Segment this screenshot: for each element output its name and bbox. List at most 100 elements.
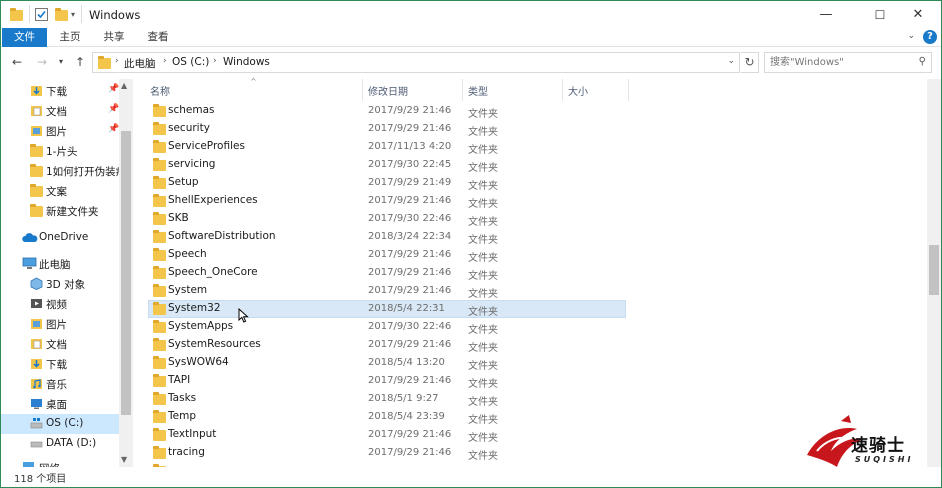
file-row[interactable]: servicing 2017/9/30 22:45 文件夹 [148,156,626,174]
breadcrumb-os-c[interactable]: OS (C:) [172,56,209,68]
forward-arrow-icon[interactable]: → [37,55,47,69]
nav-item-desktop[interactable]: 桌面 [1,394,119,414]
pin-icon[interactable]: 📌 [108,84,119,94]
pin-icon[interactable]: 📌 [108,104,119,114]
nav-item-3d-objects[interactable]: 3D 对象 [1,274,119,294]
file-list-scrollbar[interactable] [927,79,941,467]
nav-item-data-d[interactable]: DATA (D:) [1,434,119,454]
scroll-up-arrow-icon[interactable]: ▲ [121,81,127,90]
minimize-button[interactable]: — [803,1,849,28]
file-row[interactable]: schemas 2017/9/29 21:46 文件夹 [148,102,626,120]
address-dropdown-icon[interactable]: ⌄ [727,56,735,66]
up-arrow-icon[interactable]: ↑ [75,55,85,69]
file-row[interactable]: SystemApps 2017/9/30 22:46 文件夹 [148,318,626,336]
address-bar[interactable]: › 此电脑 › OS (C:) › Windows ⌄ [92,52,740,73]
file-row[interactable]: Setup 2017/9/29 21:49 文件夹 [148,174,626,192]
breadcrumb-separator-icon[interactable]: › [115,56,119,66]
nav-item-folder-2[interactable]: 1如何打开伪装病 [1,161,119,181]
nav-item-folder-1[interactable]: 1-片头 [1,141,119,161]
mouse-cursor-icon [238,308,249,323]
pin-icon[interactable]: 📌 [108,124,119,134]
scroll-down-arrow-icon[interactable]: ▼ [121,455,127,464]
column-divider[interactable] [628,79,629,101]
file-row[interactable]: SysWOW64 2018/5/4 13:20 文件夹 [148,354,626,372]
column-divider[interactable] [362,79,363,101]
file-date: 2018/5/1 9:27 [368,393,439,404]
column-header-name[interactable]: 名称 [150,83,170,101]
file-row[interactable]: TextInput 2017/9/29 21:46 文件夹 [148,426,626,444]
file-row[interactable]: security 2017/9/29 21:46 文件夹 [148,120,626,138]
expand-ribbon-chevron-icon[interactable]: ⌄ [907,31,915,41]
nav-item-folder-4[interactable]: 新建文件夹 [1,201,119,221]
tab-home[interactable]: 主页 [53,28,87,47]
nav-item-videos[interactable]: 视频 [1,294,119,314]
search-icon[interactable]: ⚲ [919,56,926,67]
search-box[interactable]: ⚲ [764,52,932,73]
file-row-hovered[interactable]: System32 2018/5/4 22:31 文件夹 [148,300,626,318]
file-row[interactable]: ServiceProfiles 2017/11/13 4:20 文件夹 [148,138,626,156]
nav-item-onedrive[interactable]: OneDrive [1,228,119,248]
properties-checkbox-icon[interactable] [35,8,48,21]
file-row[interactable]: ShellExperiences 2017/9/29 21:46 文件夹 [148,192,626,210]
file-name: SystemApps [168,320,234,332]
file-row[interactable]: TAPI 2017/9/29 21:46 文件夹 [148,372,626,390]
column-header-date[interactable]: 修改日期 [368,83,408,101]
column-header-type[interactable]: 类型 [468,83,488,101]
file-name: System [168,284,208,296]
close-button[interactable]: ✕ [895,1,941,28]
nav-item-label: OS (C:) [46,417,84,429]
file-row[interactable]: SoftwareDistribution 2018/3/24 22:34 文件夹 [148,228,626,246]
file-date: 2017/9/29 21:49 [368,177,452,188]
back-arrow-icon[interactable]: ← [12,55,22,69]
recent-locations-chevron-icon[interactable]: ▾ [59,57,63,66]
nav-item-network[interactable]: 网络 [1,458,119,467]
nav-item-folder-3[interactable]: 文案 [1,181,119,201]
breadcrumb-this-pc[interactable]: 此电脑 [124,56,156,71]
file-row[interactable]: tracing 2017/9/29 21:46 文件夹 [148,444,626,462]
breadcrumb-separator-icon[interactable]: › [163,56,167,66]
nav-item-this-pc[interactable]: 此电脑 [1,254,119,274]
tab-share[interactable]: 共享 [97,28,131,47]
nav-item-music[interactable]: 音乐 [1,374,119,394]
new-folder-icon[interactable] [55,8,68,21]
breadcrumb-windows[interactable]: Windows [223,56,270,68]
quick-access-dropdown-icon[interactable]: ▾ [71,10,75,19]
column-divider[interactable] [562,79,563,101]
nav-item-downloads[interactable]: 下载 📌 [1,81,119,101]
nav-item-pictures[interactable]: 图片 📌 [1,121,119,141]
file-type: 文件夹 [468,271,498,282]
file-row[interactable]: System 2017/9/29 21:46 文件夹 [148,282,626,300]
file-row[interactable]: Temp 2018/5/4 23:39 文件夹 [148,408,626,426]
nav-item-label: 桌面 [46,399,67,411]
nav-item-documents[interactable]: 文档 📌 [1,101,119,121]
column-divider[interactable] [462,79,463,101]
file-row[interactable]: Speech_OneCore 2017/9/29 21:46 文件夹 [148,264,626,282]
scrollbar-thumb[interactable] [929,245,939,295]
file-row[interactable]: SKB 2017/9/30 22:46 文件夹 [148,210,626,228]
search-input[interactable] [765,53,910,72]
nav-item-label: DATA (D:) [46,437,97,449]
nav-item-os-c[interactable]: OS (C:) [1,414,119,434]
breadcrumb-separator-icon[interactable]: › [213,56,217,66]
address-folder-icon [98,56,111,69]
nav-pane-scrollbar[interactable]: ▲ ▼ [119,79,133,467]
file-name: SKB [168,212,189,224]
folder-icon [153,176,166,189]
nav-item-pc-pictures[interactable]: 图片 [1,314,119,334]
file-type: 文件夹 [468,235,498,246]
file-row[interactable]: Tasks 2018/5/1 9:27 文件夹 [148,390,626,408]
help-icon[interactable]: ? [923,30,937,44]
nav-item-pc-documents[interactable]: 文档 [1,334,119,354]
tab-file[interactable]: 文件 [2,28,47,47]
explorer-window: ▾ Windows — ☐ ✕ 文件 主页 共享 查看 ⌄ ? ← → ▾ ↑ … [0,0,942,488]
column-header-size[interactable]: 大小 [568,83,588,101]
windows-drive-icon [30,418,43,429]
folder-icon [153,140,166,153]
scrollbar-thumb[interactable] [121,131,131,415]
nav-item-label: 文档 [46,339,67,351]
refresh-icon[interactable]: ↻ [741,52,759,73]
file-row[interactable]: SystemResources 2017/9/29 21:46 文件夹 [148,336,626,354]
nav-item-pc-downloads[interactable]: 下载 [1,354,119,374]
file-row[interactable]: Speech 2017/9/29 21:46 文件夹 [148,246,626,264]
tab-view[interactable]: 查看 [141,28,175,47]
